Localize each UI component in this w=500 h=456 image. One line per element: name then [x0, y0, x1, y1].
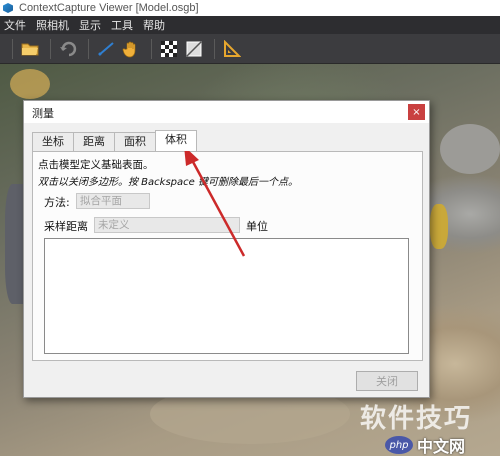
toolbar: [0, 34, 500, 64]
app-title-bar: ContextCapture Viewer [Model.osgb]: [0, 0, 500, 16]
menu-display[interactable]: 显示: [79, 17, 101, 33]
method-select[interactable]: 拟合平面: [76, 193, 150, 209]
tab-distance[interactable]: 距离: [73, 132, 115, 151]
tab-coordinates[interactable]: 坐标: [32, 132, 74, 151]
php-logo-icon: php: [385, 436, 413, 454]
measure-icon[interactable]: [95, 38, 117, 60]
measurement-dialog: 测量 × 坐标 距离 面积 体积 点击模型定义基础表面。 双击以关闭多边形。按 …: [23, 100, 430, 398]
ruler-icon[interactable]: [221, 38, 243, 60]
app-logo-icon: [3, 3, 13, 13]
menu-file[interactable]: 文件: [4, 17, 26, 33]
watermark-site-name: 中文网: [417, 437, 466, 456]
scene-debris: [430, 204, 448, 249]
sampling-distance-label: 采样距离: [44, 220, 88, 233]
unit-label: 单位: [246, 220, 268, 233]
close-icon[interactable]: ×: [408, 104, 425, 120]
dialog-title-bar: 测量 ×: [24, 101, 429, 123]
toolbar-divider: [151, 38, 152, 59]
open-folder-icon[interactable]: [19, 38, 41, 60]
app-title: ContextCapture Viewer [Model.osgb]: [19, 2, 199, 14]
dialog-title: 测量: [32, 107, 54, 120]
scene-rock: [440, 124, 500, 174]
no-texture-icon[interactable]: [183, 38, 205, 60]
volume-result-box: [44, 238, 409, 354]
toolbar-divider: [50, 38, 51, 59]
method-label: 方法:: [44, 196, 70, 209]
instruction-text-secondary: 双击以关闭多边形。按 Backspace 键可删除最后一个点。: [38, 177, 298, 188]
pan-hand-icon[interactable]: [120, 38, 142, 60]
watermark-site: php 中文网: [385, 433, 465, 456]
toolbar-divider: [214, 38, 215, 59]
measurement-tabs: 坐标 距离 面积 体积: [32, 130, 197, 151]
instruction-text: 点击模型定义基础表面。: [38, 159, 154, 171]
watermark-text: 软件技巧: [360, 404, 473, 434]
menu-tools[interactable]: 工具: [111, 17, 133, 33]
tab-volume[interactable]: 体积: [155, 130, 197, 151]
tab-area[interactable]: 面积: [114, 132, 156, 151]
menu-bar: 文件 照相机 显示 工具 帮助: [0, 16, 500, 34]
toolbar-divider: [88, 38, 89, 59]
sampling-distance-input[interactable]: 未定义: [94, 217, 240, 233]
close-button[interactable]: 关闭: [356, 371, 418, 391]
toolbar-divider: [12, 38, 13, 59]
scene-debris: [10, 69, 50, 99]
menu-help[interactable]: 帮助: [143, 17, 165, 33]
menu-camera[interactable]: 照相机: [36, 17, 69, 33]
undo-icon[interactable]: [57, 38, 79, 60]
checkerboard-icon[interactable]: [158, 38, 180, 60]
